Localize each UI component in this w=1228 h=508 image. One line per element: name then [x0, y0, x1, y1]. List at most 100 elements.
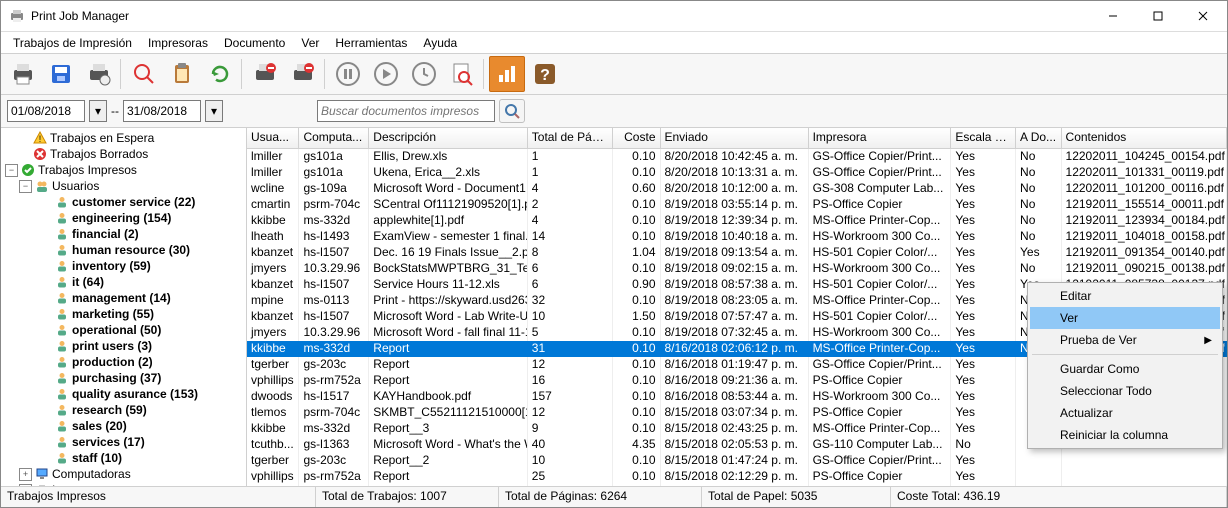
status-total-jobs: Total de Trabajos: 1007 — [316, 487, 499, 507]
ctx-refresh[interactable]: Actualizar — [1030, 402, 1220, 424]
maximize-button[interactable] — [1135, 2, 1180, 31]
col-sent[interactable]: Enviado — [661, 128, 809, 148]
tree-user-item[interactable]: human resource (30) — [1, 242, 246, 258]
table-row[interactable]: cmartinpsrm-704cSCentral Of11121909520[1… — [247, 197, 1227, 213]
play-button[interactable] — [368, 56, 404, 92]
pause-button[interactable] — [330, 56, 366, 92]
search-button[interactable] — [126, 56, 162, 92]
user-icon — [55, 307, 69, 321]
search-input[interactable] — [317, 100, 495, 122]
tree-user-item[interactable]: inventory (59) — [1, 258, 246, 274]
ctx-reset-column[interactable]: Reiniciar la columna — [1030, 424, 1220, 446]
svg-text:!: ! — [39, 134, 42, 144]
save-button[interactable] — [43, 56, 79, 92]
tree-user-item[interactable]: research (59) — [1, 402, 246, 418]
table-row[interactable]: tgerbergs-203cReport__2100.108/14/2018 0… — [247, 485, 1227, 486]
grid: Usua... Computa... Descripción Total de … — [247, 128, 1227, 486]
tree-user-item[interactable]: engineering (154) — [1, 210, 246, 226]
tree-user-label: services (17) — [72, 435, 145, 449]
collapse-icon[interactable]: − — [5, 164, 18, 177]
expand-icon[interactable]: + — [19, 468, 32, 481]
preview-button[interactable] — [444, 56, 480, 92]
minimize-button[interactable] — [1090, 2, 1135, 31]
table-row[interactable]: vphillipsps-rm752aReport250.108/15/2018 … — [247, 469, 1227, 485]
tree-user-item[interactable]: customer service (22) — [1, 194, 246, 210]
col-printer[interactable]: Impresora — [809, 128, 952, 148]
refresh-button[interactable] — [202, 56, 238, 92]
ctx-edit[interactable]: Editar — [1030, 285, 1220, 307]
check-icon — [21, 163, 35, 177]
tree-user-label: marketing (55) — [72, 307, 154, 321]
tree-computers[interactable]: + Computadoras — [1, 466, 246, 482]
col-description[interactable]: Descripción — [369, 128, 527, 148]
tree-user-item[interactable]: print users (3) — [1, 338, 246, 354]
col-scale[interactable]: Escala d... — [951, 128, 1016, 148]
tree-user-item[interactable]: purchasing (37) — [1, 370, 246, 386]
date-separator: -- — [111, 104, 119, 118]
restart-button[interactable] — [406, 56, 442, 92]
help-button[interactable]: ? — [527, 56, 563, 92]
menubar: Trabajos de Impresión Impresoras Documen… — [1, 32, 1227, 54]
ctx-view[interactable]: Ver — [1030, 307, 1220, 329]
table-row[interactable]: tgerbergs-203cReport__2100.108/15/2018 0… — [247, 453, 1227, 469]
date-to-dropdown[interactable]: ▾ — [205, 100, 223, 122]
tree-user-item[interactable]: financial (2) — [1, 226, 246, 242]
delete-job-button[interactable] — [285, 56, 321, 92]
ctx-view-test[interactable]: Prueba de Ver▶ — [1030, 329, 1220, 351]
search-go-button[interactable] — [499, 99, 525, 123]
user-icon — [55, 323, 69, 337]
col-pages[interactable]: Total de Páginas — [528, 128, 613, 148]
clipboard-button[interactable] — [164, 56, 200, 92]
tree-jobs-waiting[interactable]: ! Trabajos en Espera — [1, 130, 246, 146]
col-user[interactable]: Usua... — [247, 128, 299, 148]
table-row[interactable]: wclinegs-109aMicrosoft Word - Document14… — [247, 181, 1227, 197]
tree-user-item[interactable]: it (64) — [1, 274, 246, 290]
filter-bar: ▾ -- ▾ — [1, 95, 1227, 128]
tree-user-item[interactable]: quality asurance (153) — [1, 386, 246, 402]
menu-tools[interactable]: Herramientas — [327, 34, 415, 52]
user-icon — [55, 275, 69, 289]
menu-document[interactable]: Documento — [216, 34, 293, 52]
tree-user-item[interactable]: sales (20) — [1, 418, 246, 434]
ctx-save-as[interactable]: Guardar Como — [1030, 358, 1220, 380]
col-contents[interactable]: Contenidos — [1062, 128, 1227, 148]
collapse-icon[interactable]: − — [19, 180, 32, 193]
tree-user-item[interactable]: operational (50) — [1, 322, 246, 338]
tree-user-item[interactable]: management (14) — [1, 290, 246, 306]
tree-jobs-printed[interactable]: − Trabajos Impresos — [1, 162, 246, 178]
col-duplex[interactable]: A Do... — [1016, 128, 1062, 148]
table-row[interactable]: kbanzeths-l1507Dec. 16 19 Finals Issue__… — [247, 245, 1227, 261]
menu-print-jobs[interactable]: Trabajos de Impresión — [5, 34, 140, 52]
tree-jobs-deleted[interactable]: Trabajos Borrados — [1, 146, 246, 162]
col-computer[interactable]: Computa... — [299, 128, 369, 148]
table-row[interactable]: lheathhs-l1493ExamView - semester 1 fina… — [247, 229, 1227, 245]
col-cost[interactable]: Coste — [613, 128, 660, 148]
date-from-input[interactable] — [7, 100, 85, 122]
menu-printers[interactable]: Impresoras — [140, 34, 216, 52]
close-button[interactable] — [1180, 2, 1225, 31]
ctx-select-all[interactable]: Seleccionar Todo — [1030, 380, 1220, 402]
tree-user-item[interactable]: services (17) — [1, 434, 246, 450]
user-icon — [55, 387, 69, 401]
table-row[interactable]: kkibbems-332dapplewhite[1].pdf40.108/19/… — [247, 213, 1227, 229]
menu-view[interactable]: Ver — [293, 34, 327, 52]
table-row[interactable]: lmillergs101aEllis, Drew.xls10.108/20/20… — [247, 149, 1227, 165]
table-row[interactable]: jmyers10.3.29.96BockStatsMWPTBRG_31_Test… — [247, 261, 1227, 277]
menu-help[interactable]: Ayuda — [415, 34, 465, 52]
date-from-dropdown[interactable]: ▾ — [89, 100, 107, 122]
tree-user-item[interactable]: staff (10) — [1, 450, 246, 466]
tree-user-item[interactable]: production (2) — [1, 354, 246, 370]
date-to-input[interactable] — [123, 100, 201, 122]
titlebar: Print Job Manager — [1, 1, 1227, 32]
printer-settings-button[interactable] — [81, 56, 117, 92]
tree-user-item[interactable]: marketing (55) — [1, 306, 246, 322]
tree-user-label: it (64) — [72, 275, 104, 289]
cancel-job-button[interactable] — [247, 56, 283, 92]
tree-user-label: management (14) — [72, 291, 171, 305]
stats-button[interactable] — [489, 56, 525, 92]
tree-users[interactable]: − Usuarios — [1, 178, 246, 194]
table-row[interactable]: lmillergs101aUkena, Erica__2.xls10.108/2… — [247, 165, 1227, 181]
warning-icon: ! — [33, 131, 47, 145]
print-button[interactable] — [5, 56, 41, 92]
user-icon — [55, 195, 69, 209]
